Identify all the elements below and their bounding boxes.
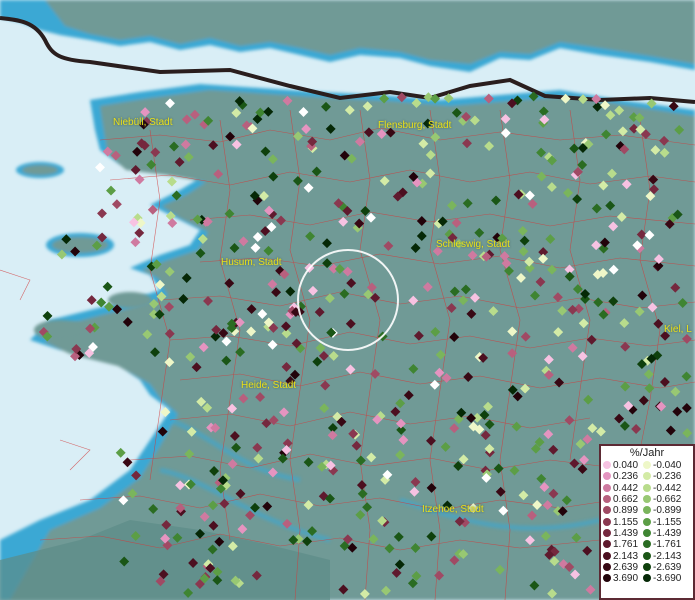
legend-value: -0.442 [653,482,682,494]
legend-value: 1.439 [613,527,639,539]
legend-row: 2.143 -2.143 [602,550,682,562]
legend-swatch [603,495,611,504]
legend-swatch [643,506,651,515]
legend-row: 0.662 -0.662 [602,494,682,505]
legend-swatch [603,483,611,492]
legend-row: 0.236 -0.236 [602,471,682,482]
legend-swatch [603,540,611,549]
legend-entry: -0.662 [642,494,682,505]
legend-value: 0.236 [613,471,639,483]
legend-value: 3.690 [613,573,639,585]
legend-swatch [603,574,611,583]
legend-swatch [643,483,651,492]
legend-entry: -1.155 [642,516,682,528]
legend-swatch [643,540,651,549]
city-label-schleswig: Schleswig, Stadt [436,239,510,250]
legend-entry: -1.439 [642,528,682,539]
legend-value: -1.439 [653,527,682,539]
legend-swatch [643,461,651,470]
legend-value: -1.155 [653,516,682,528]
map-base-layer [0,0,695,600]
legend-entry: 1.155 [602,516,642,528]
legend-swatch [603,517,611,526]
legend-value: 0.442 [613,482,639,494]
legend-value: 0.662 [613,494,639,506]
legend-value: 2.639 [613,561,639,573]
legend-value: -2.639 [653,561,682,573]
legend-value: -3.690 [653,573,682,585]
legend-entry: -0.040 [642,460,682,471]
legend-swatch [603,528,611,537]
legend-title: %/Jahr [629,447,665,459]
city-label-heide: Heide, Stadt [241,380,297,391]
legend-entry: 2.639 [602,562,642,573]
legend-entry: 1.439 [602,528,642,539]
legend-value: -0.899 [653,505,682,517]
legend-value: -0.662 [653,494,682,506]
legend-row: 0.899 -0.899 [602,505,682,516]
legend-swatch [603,562,611,571]
legend-swatch [603,472,611,481]
legend-entry: -0.442 [642,483,682,494]
legend-row: 1.439 -1.439 [602,528,682,539]
legend-entry: 0.236 [602,471,642,482]
legend-swatch [643,528,651,537]
legend-value: -2.143 [653,550,682,562]
legend-value: -0.040 [653,460,682,472]
legend-row: 3.690 -3.690 [602,573,682,584]
legend-swatch [643,574,651,583]
legend-row: 1.761 -1.761 [602,539,682,550]
legend-entry: -3.690 [642,573,682,584]
legend-value: 0.899 [613,505,639,517]
legend-entry: 1.761 [602,539,642,550]
city-label-kiel: Kiel, L [664,324,692,335]
city-label-flensburg: Flensburg, Stadt [378,120,452,131]
legend-row: 0.442 -0.442 [602,483,682,494]
legend-value: -1.761 [653,539,682,551]
legend-swatch [603,506,611,515]
legend-row: 1.155 -1.155 [602,516,682,528]
map-view[interactable]: Niebüll, Stadt Flensburg, Stadt Schleswi… [0,0,695,600]
legend-entry: -0.236 [642,471,682,482]
legend-value: -0.236 [653,471,682,483]
city-label-itzehoe: Itzehoe, Stadt [422,504,484,515]
legend-value: 1.155 [613,516,639,528]
legend-swatch [603,461,611,470]
legend-swatch [603,551,611,560]
legend-swatch [643,551,651,560]
legend-entry: -2.639 [642,562,682,573]
legend-entry: 0.040 [602,460,642,471]
legend-entry: -1.761 [642,539,682,550]
legend-value: 2.143 [613,550,639,562]
legend-swatch [643,562,651,571]
legend-swatch [643,495,651,504]
city-label-husum: Husum, Stadt [221,257,282,268]
legend-entry: 0.442 [602,483,642,494]
city-label-niebuell: Niebüll, Stadt [113,117,173,128]
legend-value: 0.040 [613,460,639,472]
legend-entry: -2.143 [642,550,682,562]
legend-entry: 0.662 [602,494,642,505]
legend-entry: 3.690 [602,573,642,584]
legend-entry: -0.899 [642,505,682,516]
legend-row: 0.040 -0.040 [602,460,682,471]
legend-swatch [643,517,651,526]
legend-row: 2.639 -2.639 [602,562,682,573]
legend-table: 0.040 -0.040 0.236 -0.236 0.442 -0.442 0.662 -0… [602,460,682,584]
legend-entry: 0.899 [602,505,642,516]
map-legend: %/Jahr 0.040 -0.040 0.236 -0.236 0.442 -0.442… [599,444,695,600]
legend-value: 1.761 [613,539,639,551]
legend-entry: 2.143 [602,550,642,562]
legend-swatch [643,472,651,481]
